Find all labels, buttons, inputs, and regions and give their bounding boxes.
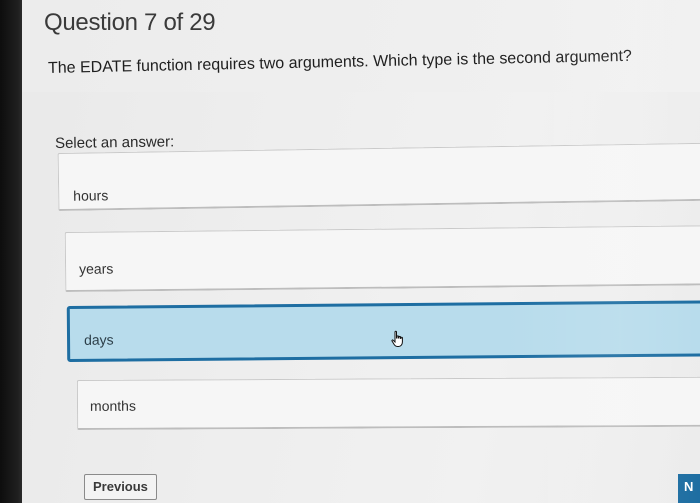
select-answer-label: Select an answer: xyxy=(54,133,175,152)
answer-option-label: hours xyxy=(73,187,109,204)
answer-option-label: months xyxy=(89,397,136,414)
answer-option-years[interactable]: years xyxy=(64,225,700,292)
next-button[interactable]: N xyxy=(678,474,700,503)
question-counter: Question 7 of 29 xyxy=(44,9,216,36)
hand-pointer-icon xyxy=(391,330,403,347)
answer-option-label: years xyxy=(78,260,114,277)
monitor-bezel xyxy=(0,0,22,503)
answer-option-label: days xyxy=(83,331,114,348)
answer-option-days-selected[interactable]: days xyxy=(66,300,700,362)
answer-option-hours[interactable]: hours xyxy=(57,142,700,211)
previous-button[interactable]: Previous xyxy=(84,474,157,500)
answer-option-months[interactable]: months xyxy=(76,376,700,430)
quiz-screen: Question 7 of 29 The EDATE function requ… xyxy=(0,0,700,503)
